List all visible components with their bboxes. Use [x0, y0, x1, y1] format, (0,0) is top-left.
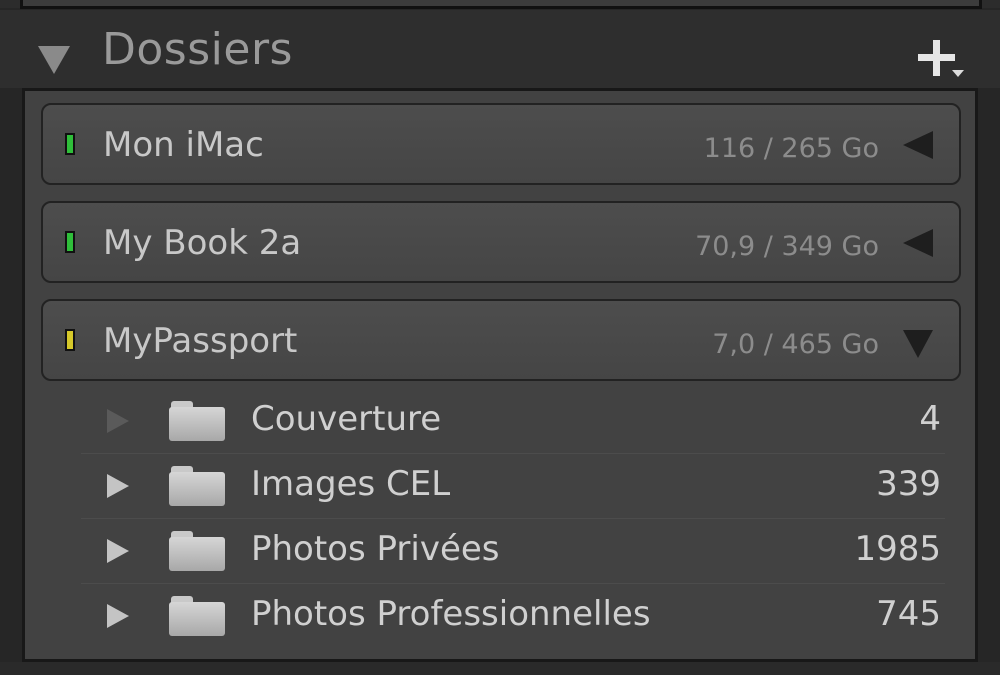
folder-row-photos-professionnelles[interactable]: Photos Professionnelles 745: [81, 584, 945, 648]
disclosure-triangle-icon[interactable]: [107, 539, 129, 563]
volume-name: MyPassport: [103, 321, 298, 361]
status-light-icon: [65, 133, 75, 155]
panel-body: Mon iMac 116 / 265 Go My Book 2a 70,9 / …: [22, 88, 978, 662]
disclosure-triangle-icon[interactable]: [107, 474, 129, 498]
triangle-down-icon[interactable]: [903, 330, 933, 358]
triangle-left-icon[interactable]: [903, 229, 933, 257]
folder-icon: [169, 466, 225, 508]
folder-row-photos-privees[interactable]: Photos Privées 1985: [81, 519, 945, 584]
folder-name: Images CEL: [251, 464, 451, 504]
folder-name: Photos Professionnelles: [251, 594, 651, 634]
volume-usage: 7,0 / 465 Go: [712, 329, 879, 360]
volume-name: Mon iMac: [103, 125, 264, 165]
top-panel-edge: [0, 0, 1000, 9]
volume-usage: 70,9 / 349 Go: [695, 231, 879, 262]
folder-name: Couverture: [251, 399, 442, 439]
folder-count: 339: [876, 464, 941, 504]
folder-count: 1985: [854, 529, 941, 569]
folder-icon: [169, 531, 225, 573]
folder-count: 745: [876, 594, 941, 634]
panel-bottom-edge: [0, 662, 1000, 675]
volume-my-book-2a[interactable]: My Book 2a 70,9 / 349 Go: [41, 201, 961, 283]
triangle-down-icon[interactable]: [38, 46, 70, 74]
volume-mon-imac[interactable]: Mon iMac 116 / 265 Go: [41, 103, 961, 185]
disclosure-triangle-icon: [107, 409, 129, 433]
folder-row-images-cel[interactable]: Images CEL 339: [81, 454, 945, 519]
folder-icon: [169, 401, 225, 443]
folder-name: Photos Privées: [251, 529, 500, 569]
triangle-left-icon[interactable]: [903, 131, 933, 159]
add-folder-button[interactable]: [918, 40, 978, 86]
previous-panel-bottom: [20, 0, 982, 9]
panel-title: Dossiers: [102, 24, 293, 75]
disclosure-triangle-icon[interactable]: [107, 604, 129, 628]
folders-panel-window: Dossiers Mon iMac 116 / 265 Go My Book 2…: [0, 0, 1000, 675]
panel-header[interactable]: Dossiers: [0, 10, 1000, 88]
folder-icon: [169, 596, 225, 638]
status-light-icon: [65, 329, 75, 351]
volume-usage: 116 / 265 Go: [703, 133, 879, 164]
folder-count: 4: [919, 399, 941, 439]
status-light-icon: [65, 231, 75, 253]
folder-row-couverture[interactable]: Couverture 4: [81, 389, 945, 454]
volume-name: My Book 2a: [103, 223, 302, 263]
volume-mypassport[interactable]: MyPassport 7,0 / 465 Go: [41, 299, 961, 381]
